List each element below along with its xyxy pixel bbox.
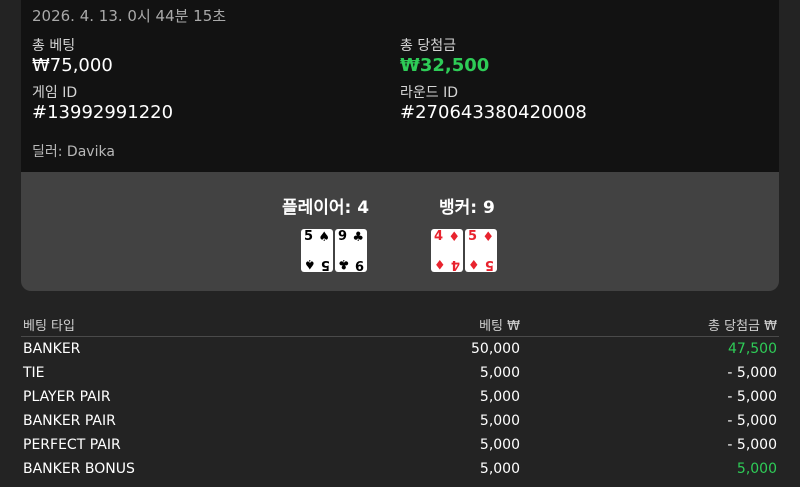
round-id-value: #270643380420008: [400, 102, 587, 123]
playing-card: 5 ♦ ♦ 5: [465, 229, 497, 272]
win-amount-cell: - 5,000: [727, 365, 777, 381]
table-row: TIE 5,000 - 5,000: [21, 361, 779, 385]
diamond-icon: ♦: [468, 256, 480, 271]
table-row: PERFECT PAIR 5,000 - 5,000: [21, 433, 779, 457]
bets-table-header: 베팅 타입 베팅 ₩ 총 당첨금 ₩: [21, 313, 779, 337]
win-amount-cell: 5,000: [736, 461, 777, 477]
table-row: BANKER PAIR 5,000 - 5,000: [21, 409, 779, 433]
total-bet-label: 총 베팅: [32, 38, 76, 54]
spade-icon: ♠: [304, 256, 316, 271]
win-amount-cell: 47,500: [728, 341, 777, 357]
header-total-win: 총 당첨금 ₩: [708, 319, 777, 334]
bet-type-cell: BANKER BONUS: [23, 461, 135, 477]
win-amount-cell: - 5,000: [727, 389, 777, 405]
total-win-label: 총 당첨금: [400, 38, 456, 54]
card-rank: 5: [320, 257, 330, 272]
bet-amount-cell: 5,000: [479, 437, 520, 453]
bet-amount-cell: 5,000: [479, 365, 520, 381]
playing-card: 4 ♦ ♦ 4: [431, 229, 463, 272]
diamond-icon: ♦: [482, 230, 494, 245]
card-rank: 9: [354, 257, 364, 272]
diamond-icon: ♦: [434, 256, 446, 271]
player-score: 플레이어: 4: [282, 198, 370, 218]
header-bet-amount: 베팅 ₩: [479, 319, 520, 334]
bet-amount-cell: 5,000: [479, 461, 520, 477]
bet-amount-cell: 5,000: [479, 389, 520, 405]
bet-type-cell: PLAYER PAIR: [23, 389, 111, 405]
banker-hand: 4 ♦ ♦ 4 5 ♦ ♦ 5: [431, 229, 497, 272]
bet-type-cell: BANKER: [23, 341, 81, 357]
bet-type-cell: BANKER PAIR: [23, 413, 116, 429]
round-id-label: 라운드 ID: [400, 85, 458, 101]
banker-score: 뱅커: 9: [439, 198, 495, 218]
game-id-value: #13992991220: [32, 102, 174, 123]
header-bet-type: 베팅 타입: [23, 319, 75, 334]
result-panel: 플레이어: 4 뱅커: 9 5 ♠ ♠ 5 9 ♣ ♣ 9 4 ♦ ♦ 4 5 …: [21, 172, 779, 291]
card-rank: 9: [338, 229, 348, 244]
club-icon: ♣: [338, 256, 350, 271]
bet-type-cell: TIE: [23, 365, 45, 381]
summary-card: 2026. 4. 13. 0시 44분 15초 총 베팅 ₩75,000 총 당…: [21, 0, 779, 172]
table-row: BANKER BONUS 5,000 5,000: [21, 457, 779, 481]
bets-table: 베팅 타입 베팅 ₩ 총 당첨금 ₩ BANKER 50,000 47,500 …: [21, 313, 779, 481]
bet-history-detail: 2026. 4. 13. 0시 44분 15초 총 베팅 ₩75,000 총 당…: [0, 0, 800, 487]
bet-amount-cell: 5,000: [479, 413, 520, 429]
club-icon: ♣: [352, 230, 364, 245]
card-rank: 4: [450, 257, 460, 272]
total-win-block: 총 당첨금 ₩32,500: [400, 37, 489, 77]
win-amount-cell: - 5,000: [727, 437, 777, 453]
round-datetime: 2026. 4. 13. 0시 44분 15초: [32, 7, 227, 25]
card-rank: 5: [468, 229, 478, 244]
table-row: BANKER 50,000 47,500: [21, 337, 779, 361]
total-bet-value: ₩75,000: [32, 55, 113, 76]
game-id-label: 게임 ID: [32, 85, 78, 101]
playing-card: 9 ♣ ♣ 9: [335, 229, 367, 272]
bet-type-cell: PERFECT PAIR: [23, 437, 121, 453]
card-rank: 5: [484, 257, 494, 272]
diamond-icon: ♦: [448, 230, 460, 245]
table-row: PLAYER PAIR 5,000 - 5,000: [21, 385, 779, 409]
round-id-block: 라운드 ID #270643380420008: [400, 84, 587, 124]
game-id-block: 게임 ID #13992991220: [32, 84, 173, 124]
total-bet-block: 총 베팅 ₩75,000: [32, 37, 113, 77]
total-win-value: ₩32,500: [400, 55, 490, 76]
playing-card: 5 ♠ ♠ 5: [301, 229, 333, 272]
spade-icon: ♠: [318, 230, 330, 245]
bet-amount-cell: 50,000: [471, 341, 520, 357]
card-rank: 5: [304, 229, 314, 244]
win-amount-cell: - 5,000: [727, 413, 777, 429]
card-rank: 4: [434, 229, 444, 244]
player-hand: 5 ♠ ♠ 5 9 ♣ ♣ 9: [301, 229, 367, 272]
dealer-name: 딜러: Davika: [32, 144, 115, 160]
